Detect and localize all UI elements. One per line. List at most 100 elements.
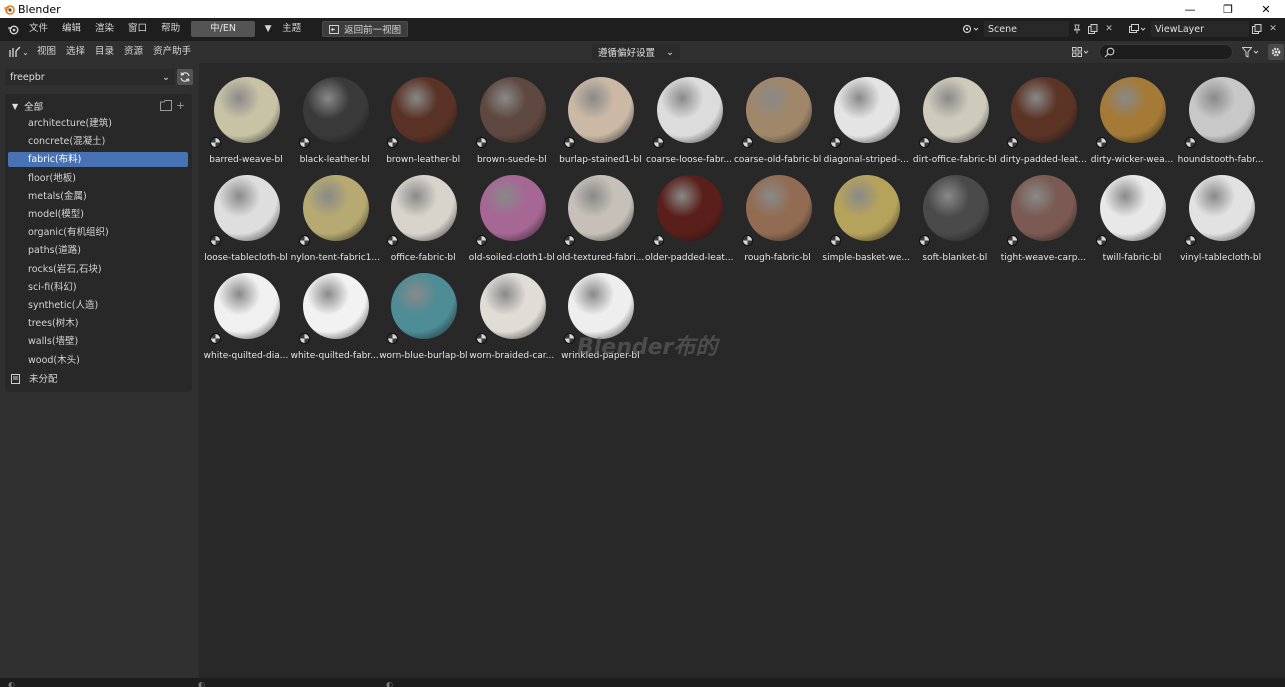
- status-rotate-icon: ◐: [198, 680, 205, 687]
- scene-selector: Scene ✕: [958, 21, 1117, 37]
- asset-item[interactable]: barred-weave-bl: [202, 69, 290, 165]
- material-preview-sphere: [302, 77, 369, 143]
- asset-item[interactable]: coarse-loose-fabr...: [645, 69, 733, 165]
- menu-file[interactable]: 文件: [22, 18, 55, 40]
- asset-item[interactable]: dirty-wicker-wea...: [1088, 69, 1176, 165]
- asset-label: dirt-office-fabric-bl: [912, 155, 997, 165]
- asset-item[interactable]: office-fabric-bl: [379, 167, 467, 263]
- asset-item[interactable]: dirty-padded-leat...: [999, 69, 1087, 165]
- blender-menu-icon[interactable]: [4, 21, 22, 37]
- scene-name-field[interactable]: Scene: [984, 21, 1069, 37]
- asset-item[interactable]: worn-blue-burlap-bl: [379, 265, 467, 361]
- catalog-item[interactable]: model(模型): [8, 207, 188, 222]
- menu-window[interactable]: 窗口: [121, 18, 154, 40]
- chevron-down-icon: ⌄: [666, 46, 674, 58]
- watermark-text: Blender布的: [577, 335, 718, 360]
- editor-type-button[interactable]: ⌄: [6, 44, 32, 60]
- new-scene-icon[interactable]: [1085, 21, 1101, 37]
- catalog-item[interactable]: architecture(建筑): [8, 116, 188, 131]
- menu-view[interactable]: 视图: [32, 41, 61, 63]
- menu-help[interactable]: 帮助: [154, 18, 187, 40]
- asset-item[interactable]: brown-suede-bl: [468, 69, 556, 165]
- asset-item[interactable]: burlap-stained1-bl: [556, 69, 644, 165]
- asset-item[interactable]: coarse-old-fabric-bl: [734, 69, 822, 165]
- asset-label: coarse-old-fabric-bl: [733, 155, 822, 165]
- asset-item[interactable]: vinyl-tablecloth-bl: [1177, 167, 1265, 263]
- new-view-layer-icon[interactable]: [1249, 21, 1265, 37]
- blender-logo-icon: [0, 0, 18, 18]
- close-button[interactable]: ✕: [1247, 0, 1285, 18]
- material-type-icon: [564, 235, 576, 246]
- maximize-button[interactable]: ❐: [1209, 0, 1247, 18]
- asset-item[interactable]: white-quilted-fabr...: [291, 265, 379, 361]
- search-input[interactable]: [1099, 44, 1233, 60]
- catalog-item[interactable]: trees(树木): [8, 316, 188, 331]
- material-type-icon: [298, 235, 310, 246]
- language-toggle-button[interactable]: 中/EN: [191, 21, 256, 37]
- catalog-item[interactable]: concrete(混凝土): [8, 134, 188, 149]
- search-icon: [1104, 47, 1115, 57]
- catalog-item[interactable]: wood(木头): [8, 353, 188, 368]
- menu-theme[interactable]: 主题: [275, 18, 308, 40]
- asset-item[interactable]: simple-basket-we...: [822, 167, 910, 263]
- delete-scene-icon[interactable]: ✕: [1101, 21, 1117, 37]
- expand-arrow-icon[interactable]: ▼: [12, 102, 18, 111]
- asset-library-name: freepbr: [10, 71, 45, 83]
- menu-catalog[interactable]: 目录: [90, 41, 119, 63]
- dropdown-arrow-icon[interactable]: ▼: [261, 24, 275, 34]
- catalog-item[interactable]: paths(道路): [8, 243, 188, 258]
- asset-item[interactable]: loose-tablecloth-bl: [202, 167, 290, 263]
- asset-item[interactable]: soft-blanket-bl: [911, 167, 999, 263]
- asset-label: simple-basket-we...: [822, 253, 910, 263]
- material-preview-sphere: [302, 175, 369, 241]
- filter-button[interactable]: [1238, 44, 1264, 60]
- catalog-item[interactable]: fabric(布料): [8, 152, 188, 168]
- material-preview-sphere: [745, 77, 812, 143]
- menu-asset-helper[interactable]: 资产助手: [148, 41, 196, 63]
- asset-item[interactable]: diagonal-striped-...: [822, 69, 910, 165]
- refresh-library-button[interactable]: [177, 69, 193, 85]
- new-catalog-icon[interactable]: [160, 100, 172, 111]
- asset-item[interactable]: old-soiled-cloth1-bl: [468, 167, 556, 263]
- asset-label: soft-blanket-bl: [922, 253, 988, 263]
- catalog-item[interactable]: synthetic(人造): [8, 298, 188, 313]
- asset-item[interactable]: brown-leather-bl: [379, 69, 467, 165]
- menu-edit[interactable]: 编辑: [55, 18, 88, 40]
- catalog-item[interactable]: floor(地板): [8, 171, 188, 186]
- catalog-item[interactable]: walls(墙壁): [8, 334, 188, 349]
- asset-item[interactable]: old-textured-fabri...: [556, 167, 644, 263]
- asset-item[interactable]: rough-fabric-bl: [734, 167, 822, 263]
- import-method-dropdown[interactable]: 遵循偏好设置 ⌄: [592, 44, 680, 60]
- material-type-icon: [387, 235, 399, 246]
- view-layer-name-field[interactable]: ViewLayer: [1151, 21, 1249, 37]
- menu-asset[interactable]: 资源: [119, 41, 148, 63]
- asset-item[interactable]: dirt-office-fabric-bl: [911, 69, 999, 165]
- asset-item[interactable]: tight-weave-carp...: [999, 167, 1087, 263]
- menu-render[interactable]: 渲染: [88, 18, 121, 40]
- asset-item[interactable]: white-quilted-dia...: [202, 265, 290, 361]
- minimize-button[interactable]: —: [1171, 0, 1209, 18]
- asset-item[interactable]: worn-braided-car...: [468, 265, 556, 361]
- asset-library-selector[interactable]: freepbr ⌄: [5, 69, 175, 85]
- material-preview-sphere: [391, 77, 458, 143]
- delete-view-layer-icon[interactable]: ✕: [1265, 21, 1281, 37]
- scene-browse-icon[interactable]: [958, 21, 984, 37]
- grid-view-icon: [1072, 47, 1089, 57]
- asset-item[interactable]: nylon-tent-fabric1...: [291, 167, 379, 263]
- catalog-item[interactable]: rocks(岩石,石块): [8, 262, 188, 277]
- pin-icon[interactable]: [1069, 21, 1085, 37]
- catalog-item[interactable]: sci-fi(科幻): [8, 280, 188, 295]
- asset-item[interactable]: twill-fabric-bl: [1088, 167, 1176, 263]
- catalog-item[interactable]: metals(金属): [8, 189, 188, 204]
- settings-gear-icon[interactable]: [1268, 44, 1284, 60]
- menu-select[interactable]: 选择: [61, 41, 90, 63]
- asset-item[interactable]: houndstooth-fabr...: [1177, 69, 1265, 165]
- add-catalog-icon[interactable]: +: [176, 99, 185, 112]
- catalog-unassigned[interactable]: 未分配: [10, 371, 58, 386]
- asset-item[interactable]: older-padded-leat...: [645, 167, 733, 263]
- view-layer-browse-icon[interactable]: [1125, 21, 1151, 37]
- asset-item[interactable]: black-leather-bl: [291, 69, 379, 165]
- display-mode-button[interactable]: [1068, 44, 1094, 60]
- catalog-item[interactable]: organic(有机组织): [8, 225, 188, 240]
- back-to-previous-button[interactable]: 返回前一视图: [322, 21, 409, 37]
